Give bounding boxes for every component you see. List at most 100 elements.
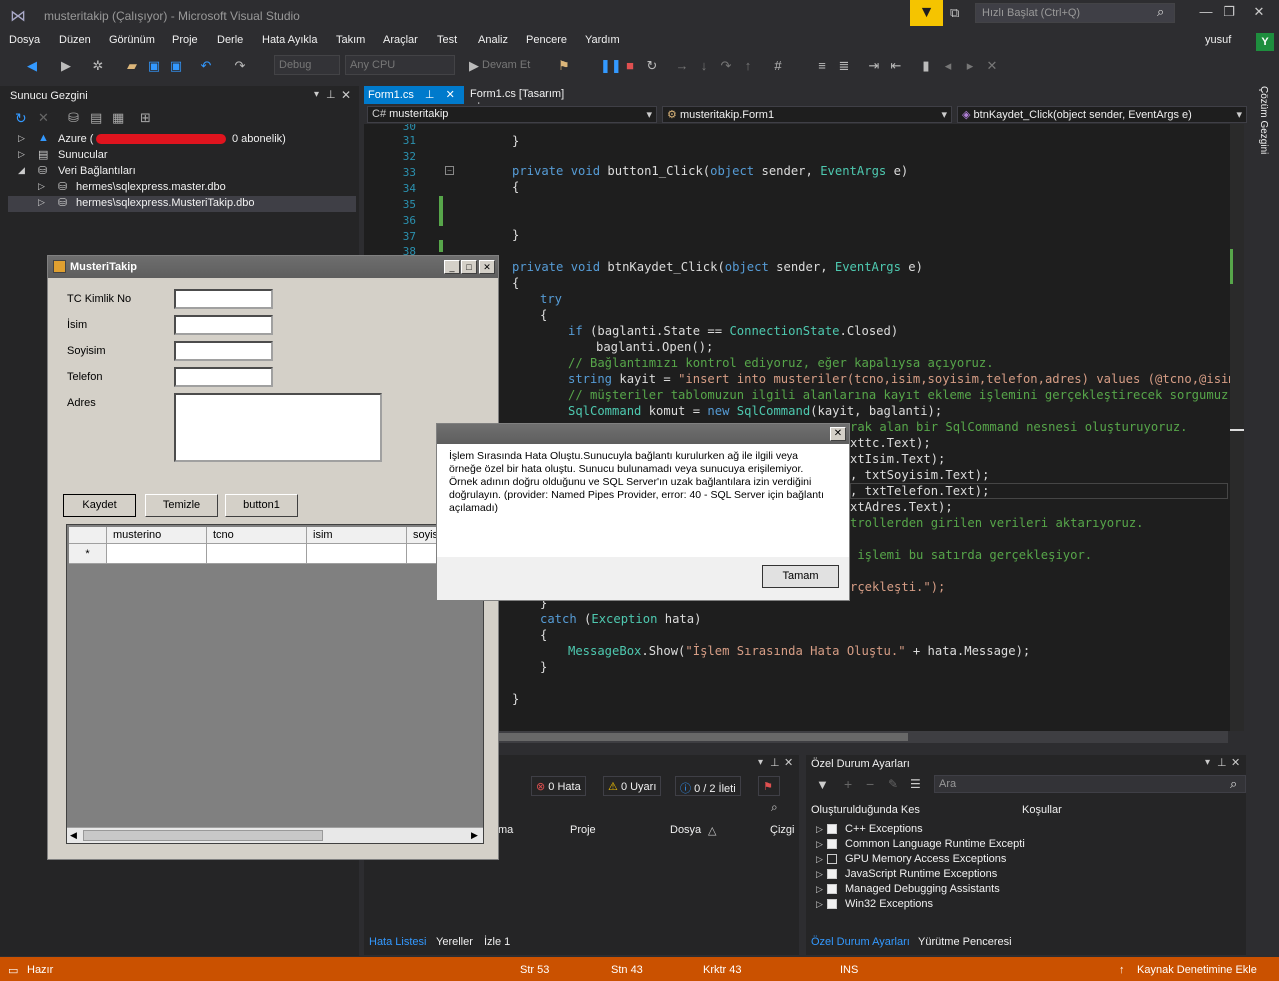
undo-icon[interactable]: ↶	[198, 58, 214, 74]
grid-horizontal-scrollbar[interactable]: ◀ ▶	[67, 827, 483, 843]
tab-form1-cs[interactable]: Form1.cs ⊥ ✕	[364, 86, 464, 104]
search-icon[interactable]: ⌕	[1230, 776, 1237, 792]
errors-filter-button[interactable]: ⊗ 0 Hata	[531, 776, 586, 796]
column-break-when-thrown[interactable]: Oluşturulduğunda Kes	[811, 804, 920, 816]
continue-button[interactable]: Devam Et	[482, 59, 530, 71]
notification-flag-icon[interactable]: ▼	[910, 0, 943, 26]
continue-icon[interactable]: ▶	[466, 58, 482, 74]
exception-checkbox[interactable]	[827, 869, 837, 879]
vertical-scrollbar[interactable]	[1230, 124, 1244, 731]
tab-form1-designer[interactable]: Form1.cs [Tasarım] ⊥	[466, 86, 576, 113]
pause-icon[interactable]: ❚❚	[600, 58, 622, 74]
close-tab-icon[interactable]: ✕	[446, 89, 455, 101]
soyisim-input[interactable]	[174, 341, 273, 361]
close-pane-icon[interactable]: ✕	[341, 88, 351, 102]
button1-button[interactable]: button1	[225, 494, 298, 517]
menu-edit[interactable]: Düzen	[59, 34, 91, 46]
menu-debug[interactable]: Hata Ayıkla	[262, 34, 317, 46]
step-into-icon[interactable]: ↓	[696, 58, 712, 74]
scroll-left-icon[interactable]: ◀	[70, 830, 77, 841]
save-icon[interactable]: ▣	[146, 58, 162, 74]
step-over-icon[interactable]: ↷	[718, 58, 734, 74]
connect-sharepoint-icon[interactable]: ▦	[112, 110, 124, 126]
open-folder-icon[interactable]: ▰	[124, 58, 140, 74]
connect-database-icon[interactable]: ⛁	[68, 110, 79, 126]
customers-data-grid[interactable]: musterino tcno isim soyis * ◀ ▶	[66, 524, 484, 844]
menu-project[interactable]: Proje	[172, 34, 198, 46]
tree-item-servers[interactable]: ▷ ▤ Sunucular	[8, 148, 356, 164]
expand-icon[interactable]: ▷	[18, 149, 25, 160]
solution-explorer-tab[interactable]: Çözüm Gezgini	[1258, 86, 1269, 154]
build-intellisense-filter-icon[interactable]: ⚑	[758, 776, 780, 796]
project-dropdown[interactable]: C# musteritakip ▾	[367, 106, 657, 123]
stop-refresh-icon[interactable]: ✕	[38, 110, 49, 126]
grid-cell[interactable]	[207, 544, 307, 564]
forward-icon[interactable]: ▶	[58, 58, 74, 74]
menu-tools[interactable]: Araçlar	[383, 34, 418, 46]
pane-options-icon[interactable]: ▾	[314, 89, 319, 100]
redo-icon[interactable]: ↷	[232, 58, 248, 74]
message-box-close-button[interactable]: ✕	[830, 427, 846, 441]
uncomment-icon[interactable]: ≣	[836, 58, 852, 74]
grid-cell[interactable]	[307, 544, 407, 564]
form-minimize-button[interactable]: _	[444, 260, 460, 274]
pin-icon[interactable]: ⊥	[1217, 756, 1227, 769]
connect-server-icon[interactable]: ▤	[90, 110, 102, 126]
scroll-right-icon[interactable]: ▶	[471, 830, 478, 841]
horizontal-scrollbar[interactable]	[498, 731, 1228, 743]
indent-icon[interactable]: ⇥	[866, 58, 882, 74]
grid-cell[interactable]	[107, 544, 207, 564]
exception-search-input[interactable]: Ara	[934, 775, 1246, 793]
azure-icon[interactable]: ⊞	[140, 110, 151, 126]
kaydet-button[interactable]: Kaydet	[63, 494, 136, 517]
tree-item-data-connections[interactable]: ◢ ⛁ Veri Bağlantıları	[8, 164, 356, 180]
member-dropdown[interactable]: ◈ btnKaydet_Click(object sender, EventAr…	[957, 106, 1247, 123]
comment-icon[interactable]: ≡	[814, 58, 830, 74]
search-icon[interactable]: ⌕	[771, 800, 778, 815]
expand-icon[interactable]: ▷	[38, 197, 45, 208]
isim-input[interactable]	[174, 315, 273, 335]
save-all-icon[interactable]: ▣	[168, 58, 184, 74]
restore-button[interactable]: ❐	[1218, 4, 1240, 22]
tab-immediate-window[interactable]: Yürütme Penceresi	[918, 936, 1012, 948]
solution-explorer-strip[interactable]	[1254, 86, 1279, 956]
ok-button[interactable]: Tamam	[762, 565, 839, 588]
collapse-region-icon[interactable]: −	[445, 166, 454, 175]
grid-column-header[interactable]: isim	[307, 527, 407, 544]
edit-conditions-icon[interactable]: ✎	[888, 777, 898, 791]
close-pane-icon[interactable]: ✕	[784, 756, 793, 769]
outdent-icon[interactable]: ⇤	[888, 58, 904, 74]
pane-options-icon[interactable]: ▾	[758, 757, 763, 768]
messages-filter-button[interactable]: ⓘ 0 / 2 İleti	[675, 776, 741, 796]
class-dropdown[interactable]: ⚙ musteritakip.Form1 ▾	[662, 106, 952, 123]
grid-column-header[interactable]: tcno	[207, 527, 307, 544]
tree-item-azure[interactable]: ▷ ▲ Azure ( 0 abonelik)	[8, 132, 356, 148]
menu-team[interactable]: Takım	[336, 34, 365, 46]
temizle-button[interactable]: Temizle	[145, 494, 218, 517]
close-pane-icon[interactable]: ✕	[1231, 756, 1240, 769]
process-icon[interactable]: ⚑	[556, 58, 572, 74]
expand-icon[interactable]: ▷	[18, 133, 25, 144]
filter-icon[interactable]: ▼	[816, 777, 829, 792]
prev-bookmark-icon[interactable]: ◂	[940, 58, 956, 74]
menu-test[interactable]: Test	[437, 34, 457, 46]
scroll-thumb[interactable]	[498, 733, 908, 741]
menu-help[interactable]: Yardım	[585, 34, 620, 46]
exception-checkbox[interactable]	[827, 854, 837, 864]
quick-launch-input[interactable]: Hızlı Başlat (Ctrl+Q)	[975, 3, 1175, 23]
column-conditions[interactable]: Koşullar	[1022, 804, 1062, 816]
back-icon[interactable]: ◀	[24, 58, 40, 74]
collapse-icon[interactable]: ◢	[18, 165, 25, 176]
scroll-thumb[interactable]	[83, 830, 323, 841]
tab-locals[interactable]: Yereller	[436, 936, 473, 948]
exception-checkbox[interactable]	[827, 839, 837, 849]
warnings-filter-button[interactable]: ⚠ 0 Uyarı	[603, 776, 662, 796]
restart-icon[interactable]: ↻	[644, 58, 660, 74]
pane-options-icon[interactable]: ▾	[1205, 757, 1210, 768]
show-next-statement-icon[interactable]: →	[674, 58, 690, 74]
stop-icon[interactable]: ■	[622, 58, 638, 74]
user-name[interactable]: yusuf	[1205, 34, 1231, 46]
add-icon[interactable]: +	[844, 776, 852, 792]
hex-display-icon[interactable]: #	[770, 58, 786, 74]
add-to-source-control-button[interactable]: Kaynak Denetimine Ekle	[1137, 964, 1257, 976]
